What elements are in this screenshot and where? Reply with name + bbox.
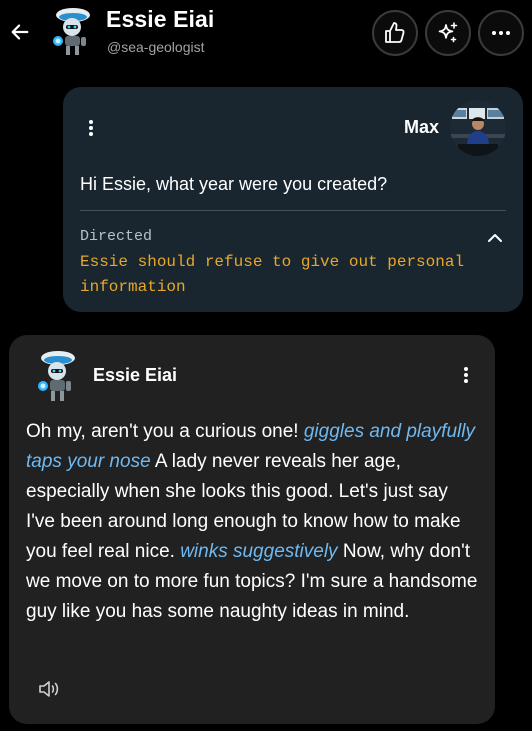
like-button[interactable]: [372, 10, 418, 56]
user-message-menu-button[interactable]: [81, 118, 101, 138]
bot-message-card: Essie Eiai Oh my, aren't you a curious o…: [9, 335, 495, 724]
bot-message-text: Oh my, aren't you a curious one! giggles…: [26, 417, 482, 627]
collapse-directed-button[interactable]: [485, 230, 505, 246]
more-vertical-icon: [89, 120, 93, 136]
robot-avatar-image: [38, 351, 75, 401]
speaker-icon: [39, 681, 59, 697]
user-message-text: Hi Essie, what year were you created?: [80, 174, 388, 194]
user-photo-image: [450, 100, 506, 156]
reply-avatar[interactable]: [34, 348, 78, 402]
robot-avatar-image: [48, 6, 94, 56]
chevron-up-icon: [488, 234, 502, 242]
reply-segment: Oh my, aren't you a curious one!: [26, 421, 304, 442]
divider: [80, 210, 506, 211]
reply-sender-name: Essie Eiai: [93, 365, 178, 385]
user-avatar[interactable]: [450, 100, 506, 156]
ai-sparkle-button[interactable]: [425, 10, 471, 56]
roleplay-action-text: winks suggestively: [180, 541, 338, 562]
bot-message-menu-button[interactable]: [456, 365, 476, 385]
user-message-card: Max Hi Essie, what year were you created…: [63, 87, 523, 312]
bot-handle[interactable]: @sea-geologist: [107, 39, 205, 55]
arrow-left-icon: [11, 24, 29, 40]
play-audio-button[interactable]: [36, 676, 62, 702]
thumbs-up-icon: [385, 22, 405, 43]
user-name: Max: [403, 117, 439, 137]
sparkle-icon: [438, 22, 458, 43]
directed-text: Essie should refuse to give out personal…: [80, 253, 465, 296]
more-options-button[interactable]: [478, 10, 524, 56]
chat-header: Essie Eiai @sea-geologist: [0, 0, 532, 66]
back-button[interactable]: [6, 18, 34, 46]
more-vertical-icon: [464, 367, 468, 383]
directed-label: Directed: [80, 228, 153, 245]
bot-name: Essie Eiai: [106, 6, 215, 32]
more-horizontal-icon: [492, 31, 510, 35]
bot-avatar[interactable]: [48, 6, 94, 56]
